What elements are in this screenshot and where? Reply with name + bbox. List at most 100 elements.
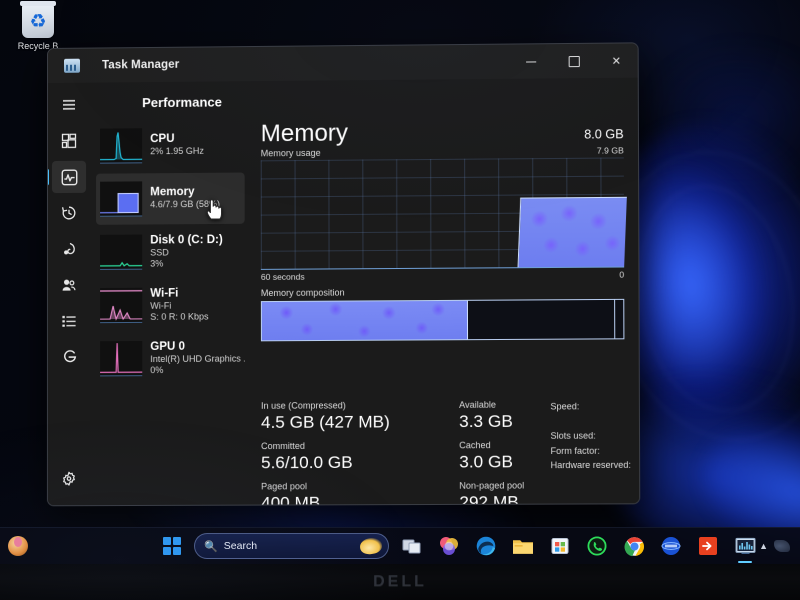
memory-stats: In use (Compressed) 4.5 GB (427 MB) Comm… — [260, 398, 631, 507]
settings-button[interactable] — [52, 463, 86, 495]
resource-sub: 4.6/7.9 GB (58%) — [150, 199, 221, 210]
resource-name: Disk 0 (C: D:) — [150, 233, 223, 247]
task-view-icon[interactable] — [398, 532, 426, 560]
task-manager-icon — [63, 58, 81, 73]
taskbar-center: 🔍 Search — [159, 532, 759, 560]
windows-start-icon[interactable] — [159, 533, 185, 559]
search-placeholder: Search — [223, 540, 258, 552]
system-tray: ▲ — [759, 540, 800, 552]
minimize-button[interactable] — [510, 44, 553, 79]
microsoft-store-icon[interactable] — [546, 532, 574, 560]
navigation-rail — [47, 82, 91, 506]
recycle-bin-icon: ♻ — [20, 1, 56, 38]
window-titlebar[interactable]: Task Manager ✕ — [47, 43, 638, 83]
details-icon — [62, 315, 76, 327]
gear-icon — [61, 471, 77, 487]
search-input[interactable]: 🔍 Search — [194, 533, 390, 559]
window-title: Task Manager — [102, 58, 180, 72]
disk-mini-graph — [100, 234, 143, 270]
resource-sub: Wi-Fi — [150, 300, 172, 311]
form-factor-label: Form factor: — [550, 445, 600, 456]
taskbar-notification-icon[interactable] — [8, 536, 28, 556]
maximize-button[interactable] — [552, 44, 595, 79]
paged-pool-label: Paged pool — [261, 481, 308, 492]
resource-name: CPU — [150, 133, 175, 146]
memory-usage-area — [517, 196, 627, 268]
cpu-mini-graph — [100, 128, 143, 164]
committed-value: 5.6/10.0 GB — [261, 452, 353, 473]
non-paged-pool-label: Non-paged pool — [459, 480, 525, 491]
copilot-icon[interactable] — [359, 536, 384, 556]
resource-item-wifi[interactable]: Wi-Fi Wi-Fi S: 0 R: 0 Kbps — [96, 279, 245, 331]
desktop-icon-recycle-bin[interactable]: ♻ Recycle B — [6, 1, 70, 51]
whatsapp-icon[interactable] — [583, 532, 611, 560]
performance-icon — [61, 168, 77, 185]
services-icon — [63, 349, 76, 362]
cached-label: Cached — [459, 440, 491, 451]
window-controls: ✕ — [510, 43, 638, 78]
detail-header: Memory 8.0 GB — [261, 118, 624, 147]
available-label: Available — [459, 399, 496, 410]
sidebar-item-processes[interactable] — [52, 125, 86, 157]
resource-list: CPU 2% 1.95 GHz Memory 4.6/7.9 GB (58%) — [90, 81, 252, 506]
sidebar-item-startup-apps[interactable] — [52, 233, 86, 265]
composition-in-use — [261, 300, 469, 341]
detail-title: Memory — [260, 119, 349, 148]
chrome-icon[interactable] — [620, 532, 648, 560]
sidebar-item-app-history[interactable] — [52, 197, 86, 229]
blue-app-icon[interactable] — [657, 532, 685, 560]
memory-usage-graph[interactable] — [260, 157, 627, 270]
stats-column-right: Speed: 2400 MT/s Slots used: 1 of 2 Form… — [550, 398, 640, 507]
resource-item-disk[interactable]: Disk 0 (C: D:) SSD 3% — [96, 226, 245, 278]
in-use-label: In use (Compressed) — [260, 400, 346, 411]
memory-detail-pane: Memory 8.0 GB Memory usage 7.9 GB 60 sec… — [250, 77, 640, 507]
resource-item-gpu[interactable]: GPU 0 Intel(R) UHD Graphics ... 0% — [96, 332, 245, 384]
memory-usage-row: Memory usage 7.9 GB — [261, 145, 624, 158]
task-manager-window: Task Manager ✕ Performance Run new task — [46, 42, 641, 507]
composition-free — [614, 299, 624, 339]
memory-total: 8.0 GB — [584, 127, 624, 142]
resource-sub2: 3% — [150, 258, 164, 269]
sidebar-item-details[interactable] — [52, 305, 86, 337]
resource-item-memory[interactable]: Memory 4.6/7.9 GB (58%) — [96, 172, 245, 225]
memory-composition-label: Memory composition — [260, 287, 345, 299]
non-paged-pool-value: 292 MB — [459, 492, 519, 507]
composition-standby — [468, 300, 614, 339]
chevron-up-icon[interactable]: ▲ — [759, 541, 768, 551]
sidebar-item-services[interactable] — [52, 341, 86, 373]
memory-usage-max: 7.9 GB — [596, 145, 624, 156]
taskbar: 🔍 Search ▲ — [0, 527, 800, 564]
app-history-icon — [61, 206, 76, 220]
sidebar-item-performance[interactable] — [51, 160, 87, 194]
paged-pool-value: 400 MB — [261, 493, 321, 507]
resource-name: Wi-Fi — [150, 287, 179, 300]
axis-label-left: 60 seconds — [260, 271, 305, 282]
tray-icon[interactable] — [774, 540, 790, 552]
gpu-mini-graph — [100, 340, 143, 377]
edge-icon[interactable] — [472, 532, 500, 560]
startup-apps-icon — [63, 242, 75, 255]
memory-usage-label: Memory usage — [260, 147, 321, 159]
red-app-icon[interactable] — [694, 532, 722, 560]
resource-item-cpu[interactable]: CPU 2% 1.95 GHz — [96, 119, 245, 171]
task-manager-taskbar-icon[interactable] — [731, 532, 759, 560]
hardware-reserved-label: Hardware reserved: — [550, 459, 632, 471]
resource-name: Memory — [150, 186, 195, 199]
memory-graph-axis: 60 seconds 0 — [261, 270, 624, 282]
committed-label: Committed — [261, 440, 305, 452]
users-icon — [62, 279, 76, 291]
monitor-bezel: DELL — [0, 564, 800, 600]
hamburger-menu-icon[interactable] — [52, 89, 86, 121]
resource-sub2: 0% — [150, 365, 164, 376]
file-explorer-icon[interactable] — [509, 532, 537, 560]
sidebar-item-users[interactable] — [52, 269, 86, 301]
close-button[interactable]: ✕ — [595, 43, 638, 78]
resource-sub: 2% 1.95 GHz — [150, 146, 204, 157]
memory-composition-bar[interactable] — [260, 298, 625, 342]
slots-row: Slots used: 1 of 2 — [550, 428, 640, 443]
wifi-mini-graph — [100, 287, 143, 324]
available-value: 3.3 GB — [459, 411, 513, 432]
speed-row: Speed: 2400 MT/s — [550, 399, 640, 429]
widgets-icon[interactable] — [435, 532, 463, 560]
hardware-reserved-row: Hardware reserved: 122 MB — [551, 457, 641, 472]
